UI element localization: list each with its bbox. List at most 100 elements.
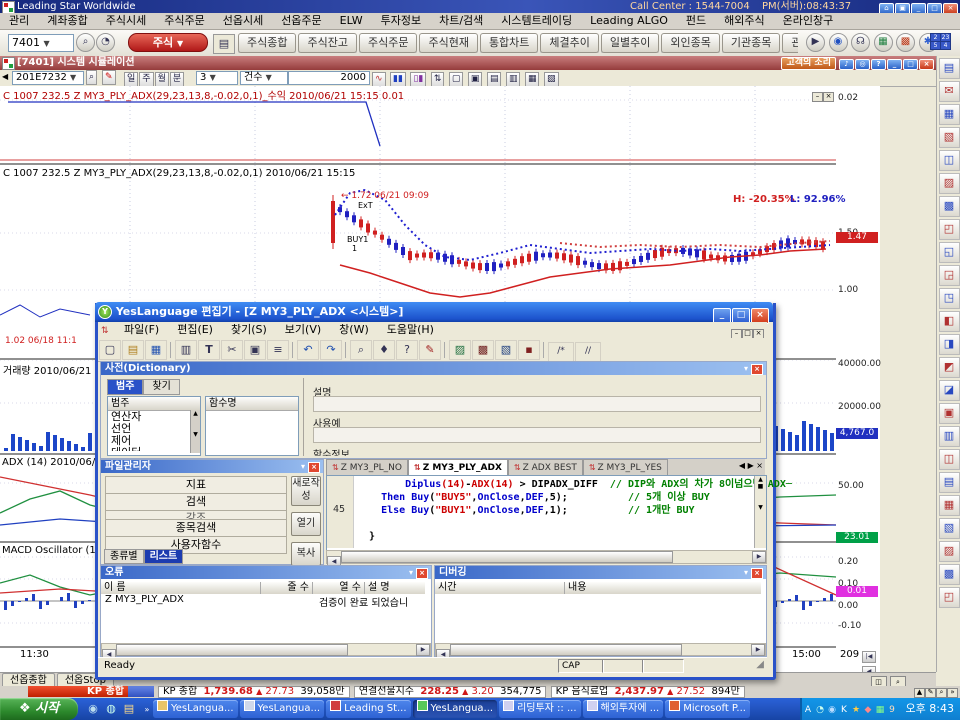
doc-copy-icon[interactable]: ▤	[487, 72, 502, 87]
dock-tool-icon[interactable]: ◪	[939, 380, 960, 401]
help-icon[interactable]: ?	[396, 340, 418, 360]
browser-icon[interactable]: ◍	[103, 701, 119, 717]
symbol-input[interactable]: 201E7232 ▼	[12, 71, 84, 85]
editor-menu-item[interactable]: 찾기(S)	[222, 322, 276, 338]
ie-icon[interactable]: ◉	[85, 701, 101, 717]
resize-grip[interactable]: ◢	[756, 659, 764, 670]
dock-tool-icon[interactable]: ◧	[939, 311, 960, 332]
window-tab[interactable]: 선옵종합	[2, 673, 55, 687]
voice-of-customer-button[interactable]: 고객의 소리	[781, 57, 836, 70]
folder-icon[interactable]: ▤	[121, 701, 137, 717]
toolbar-button[interactable]: 통합차트	[480, 33, 538, 53]
calendar-grid-icon[interactable]: 22354	[930, 33, 952, 51]
menu-item[interactable]: 주식시세	[97, 13, 155, 29]
collapse-icon[interactable]: ◀	[2, 72, 8, 81]
tray-app3-icon[interactable]: ★	[850, 699, 862, 720]
dock-tool-icon[interactable]: ▥	[939, 426, 960, 447]
task-button[interactable]: YesLangua...	[413, 700, 498, 718]
doc-r-icon[interactable]: ▣	[468, 72, 483, 87]
file-category[interactable]: 강조	[105, 511, 287, 520]
dock-tool-icon[interactable]: ▦	[939, 104, 960, 125]
menu-item[interactable]: 해외주식	[715, 13, 773, 29]
panel-close-icon[interactable]: ×	[416, 566, 428, 579]
dock-tool-icon[interactable]: ✉	[939, 81, 960, 102]
menu-item[interactable]: 차트/검색	[430, 13, 492, 29]
dock-tool-icon[interactable]: ◲	[939, 265, 960, 286]
tray-app1-icon[interactable]: ◉	[826, 699, 838, 720]
pane-minimize-icon[interactable]: –	[812, 92, 823, 102]
period-button[interactable]: 분	[170, 72, 184, 87]
block-comment-icon[interactable]: /*	[548, 342, 574, 362]
editor-tab[interactable]: Z MY3_PL_YES	[583, 459, 668, 475]
column-header[interactable]: 줄 수	[261, 582, 313, 594]
column-header[interactable]: 시간	[435, 582, 565, 594]
history-icon[interactable]: ◔	[96, 33, 115, 52]
tab-prev-icon[interactable]: ◀	[739, 461, 745, 470]
menu-item[interactable]: 관리	[0, 13, 38, 29]
code-vscrollbar[interactable]: ▲■▼	[754, 476, 766, 548]
menu-item[interactable]: Leading ALGO	[581, 13, 677, 29]
start-button[interactable]: ❖ 시작	[0, 698, 78, 720]
market-select-button[interactable]: 주식 ▼	[128, 33, 208, 52]
nav-first-icon[interactable]: |◀	[862, 651, 876, 663]
new-doc-icon[interactable]: ▢	[449, 72, 464, 87]
panel-pin-icon[interactable]: ▾	[744, 362, 748, 375]
panel-close-icon[interactable]: ×	[751, 362, 763, 375]
menu-item[interactable]: 시스템트레이딩	[492, 13, 581, 29]
new-window-icon[interactable]: ▤	[213, 34, 235, 54]
chart-sound-icon[interactable]: ♪	[839, 59, 854, 70]
dock-tool-icon[interactable]: ▨	[939, 541, 960, 562]
tray-app5-icon[interactable]: ▦	[874, 699, 886, 720]
new-file-icon[interactable]: ▢	[99, 340, 121, 360]
task-button[interactable]: YesLangua...	[240, 700, 325, 718]
count-input[interactable]: 2000	[288, 71, 370, 85]
dock-tool-icon[interactable]: ◫	[939, 150, 960, 171]
verify-icon[interactable]: ▨	[449, 340, 471, 360]
task-button[interactable]: YesLangua...	[153, 700, 238, 718]
symbol-recent-icon[interactable]: ✎	[102, 70, 116, 85]
dock-tool-icon[interactable]: ◩	[939, 357, 960, 378]
period-button[interactable]: 월	[155, 72, 169, 87]
toolbar-button[interactable]: 체결추이	[540, 33, 598, 53]
file-category[interactable]: 지표	[105, 476, 287, 494]
ticker-item[interactable]: KP 종합 1,739.68 ▲ 27.73 39,058만	[158, 686, 350, 698]
editor-tab[interactable]: Z ADX BEST	[508, 459, 583, 475]
dock-tool-icon[interactable]: ◱	[939, 242, 960, 263]
redo-icon[interactable]: ↷	[320, 340, 342, 360]
open-chart-icon[interactable]: ▧	[544, 72, 559, 87]
toolbar-button[interactable]: 관심종목	[782, 33, 798, 53]
dock-tool-icon[interactable]: ◨	[939, 334, 960, 355]
function-list[interactable]: 함수명	[205, 396, 299, 456]
period-button[interactable]: 주	[139, 72, 153, 87]
toolbar-button[interactable]: 기관종목	[722, 33, 780, 53]
file-category[interactable]: 검색	[105, 494, 287, 511]
editor-menu-item[interactable]: 보기(V)	[276, 322, 330, 338]
function-list-header[interactable]: 함수명	[206, 397, 298, 411]
lock-icon[interactable]: ☊	[851, 33, 870, 52]
tab-next-icon[interactable]: ▶	[748, 461, 754, 470]
ticker-search-icon[interactable]: ⌕	[936, 688, 947, 698]
menu-item[interactable]: ELW	[331, 13, 372, 29]
menu-item[interactable]: 선옵시세	[214, 13, 272, 29]
updown-icon[interactable]: ⇅	[431, 72, 445, 87]
dock-tool-icon[interactable]: ◫	[939, 449, 960, 470]
file-manager-tab[interactable]: 종류별	[104, 549, 144, 564]
editor-tab[interactable]: Z MY3_PL_NO	[326, 459, 408, 475]
ticker-more-icon[interactable]: »	[947, 688, 958, 698]
ticker-up-icon[interactable]: ▲	[914, 688, 925, 698]
bar-chart-icon[interactable]: ▮▮	[390, 72, 406, 87]
code-hscrollbar[interactable]: ◀▶	[326, 550, 767, 564]
panel-close-icon[interactable]: ×	[751, 566, 763, 579]
tray-ime-icon[interactable]: ◔	[814, 699, 826, 720]
task-button[interactable]: 리딩투자 :: ...	[499, 700, 580, 718]
category-list[interactable]: 범주 연산자선언제어데이터 ▲▼	[107, 396, 201, 456]
globe-icon[interactable]: ◉	[829, 33, 848, 52]
candle-chart-icon[interactable]: ▯▮	[410, 72, 426, 87]
dock-tool-icon[interactable]: ▣	[939, 403, 960, 424]
editor-menu-item[interactable]: 창(W)	[330, 322, 378, 338]
error-row-name[interactable]: Z MY3_PLY_ADX	[105, 594, 255, 605]
dock-tool-icon[interactable]: ▧	[939, 127, 960, 148]
new-script-button[interactable]: 새로작성	[291, 476, 321, 506]
toolbar-button[interactable]: 주식잔고	[298, 33, 356, 53]
period-button[interactable]: 일	[124, 72, 138, 87]
